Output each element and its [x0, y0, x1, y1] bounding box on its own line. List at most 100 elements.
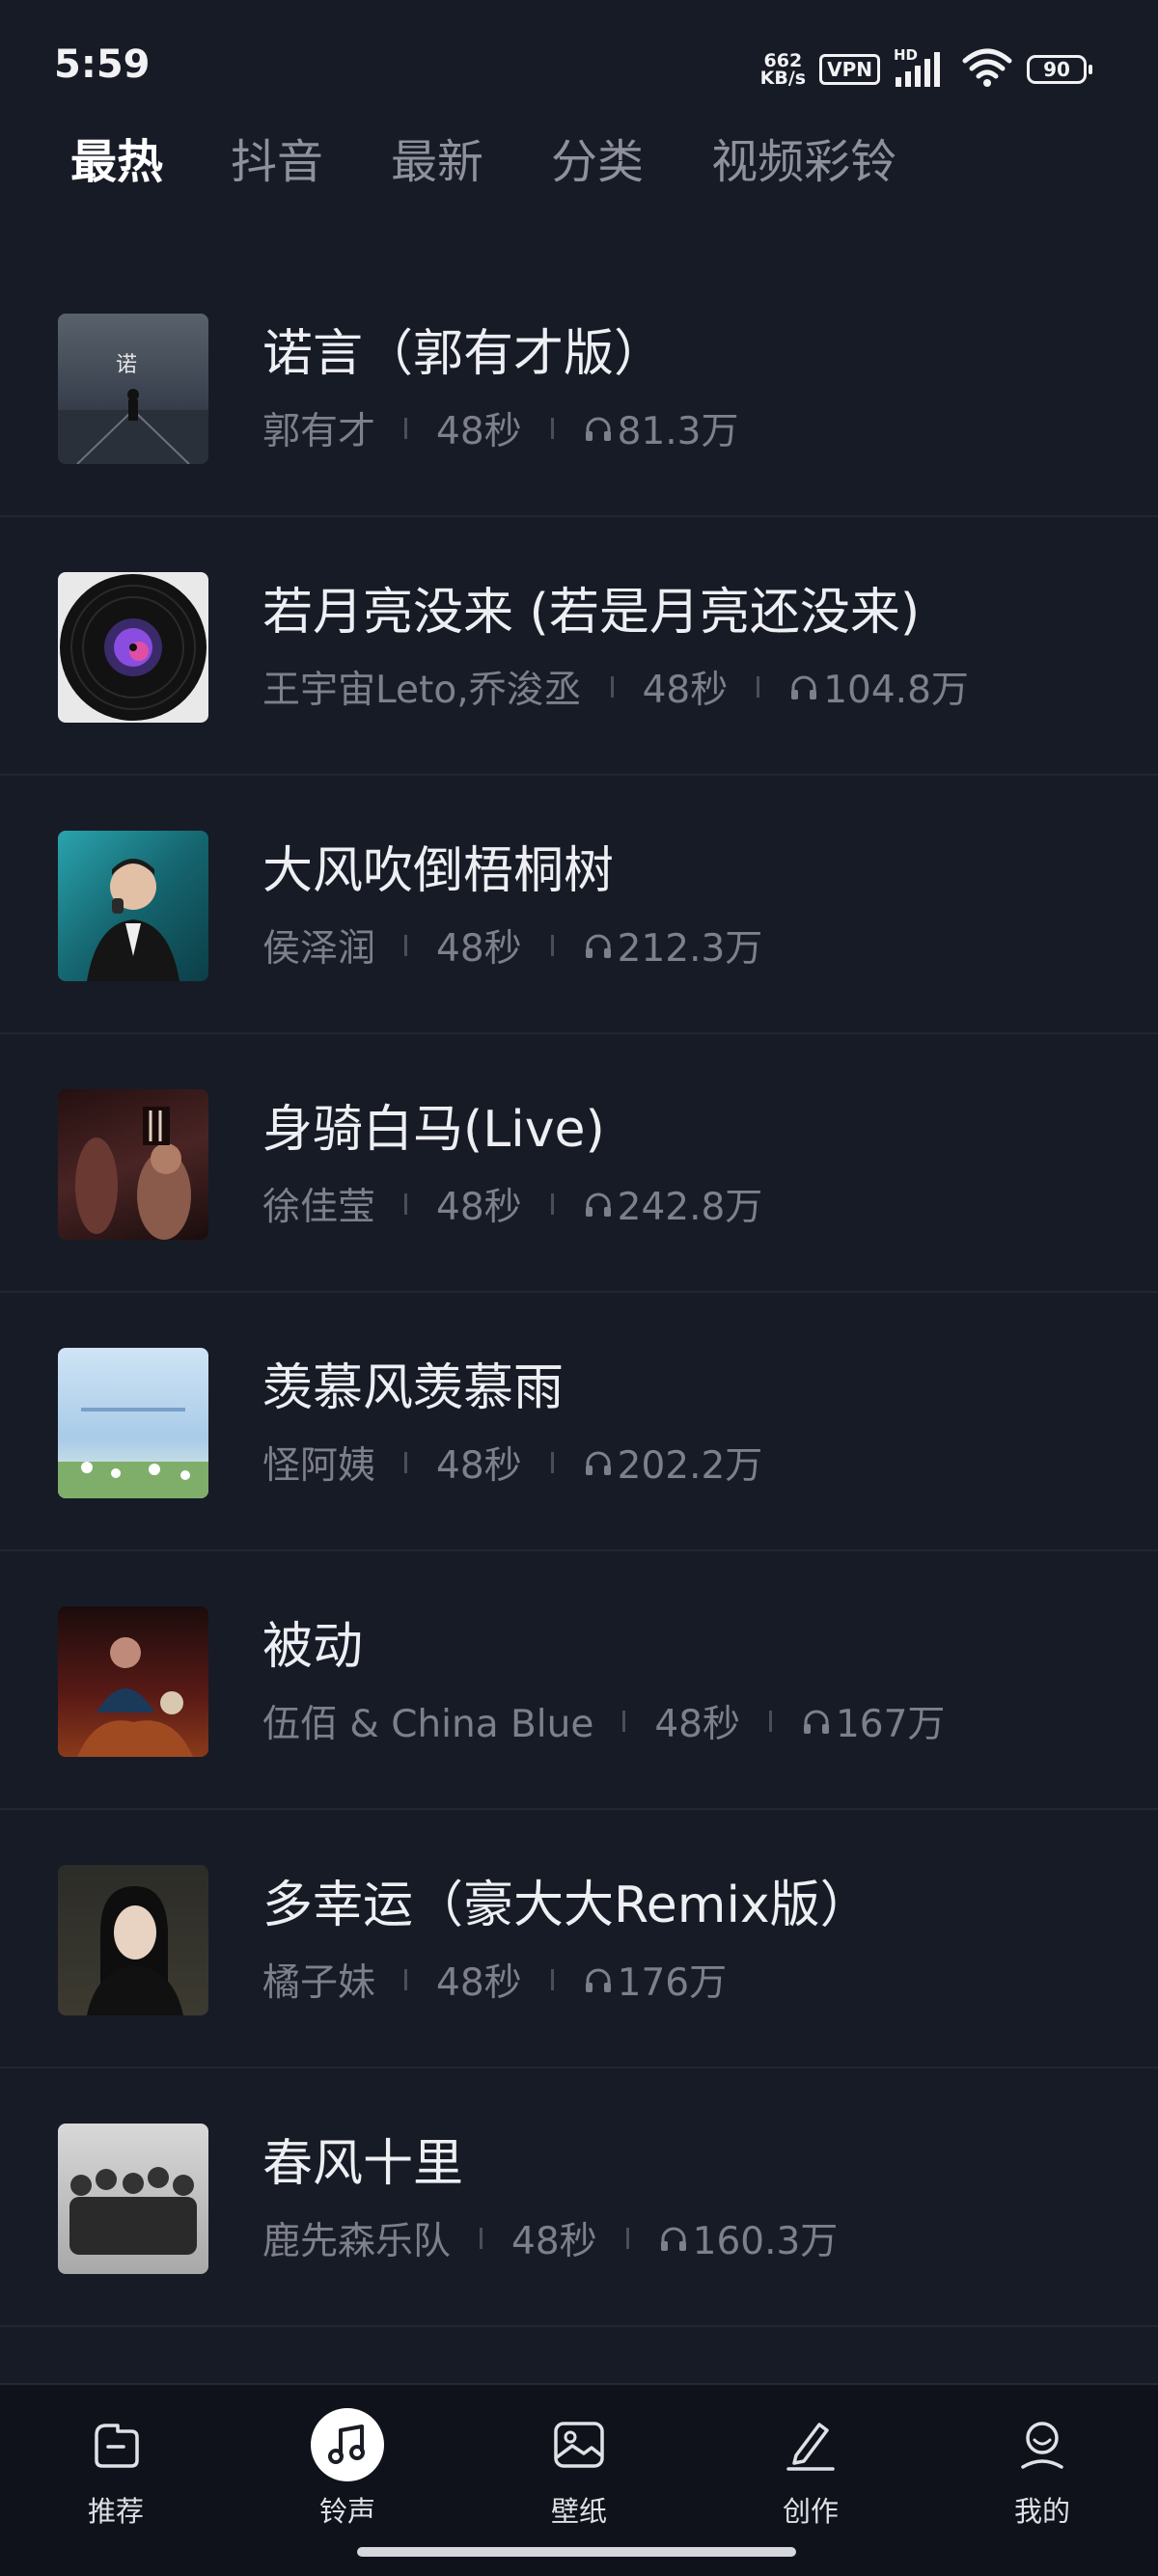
- song-artist: 侯泽润: [262, 927, 376, 971]
- tab-video-ringtone[interactable]: 视频彩铃: [711, 123, 896, 191]
- song-artist: 郭有才: [262, 410, 376, 453]
- song-meta: 怪阿姨 48秒 202.2万: [262, 1436, 762, 1490]
- song-duration: 48秒: [436, 1186, 522, 1229]
- song-title: 多幸运（豪大大Remix版）: [262, 1877, 870, 1934]
- nav-label: 我的: [1013, 2495, 1070, 2528]
- tab-newest[interactable]: 最新: [391, 123, 483, 191]
- wallpaper-icon: [542, 2408, 616, 2481]
- song-meta: 伍佰 & China Blue 48秒 167万: [262, 1694, 945, 1748]
- separator: [404, 935, 408, 956]
- nav-label: 铃声: [318, 2495, 375, 2528]
- separator: [550, 935, 554, 956]
- song-duration: 48秒: [511, 2220, 597, 2263]
- song-row[interactable]: 多幸运（豪大大Remix版） 橘子妹 48秒 176万: [0, 1810, 1158, 2069]
- headphones-icon: [585, 1968, 611, 1992]
- song-meta: 王宇宙Leto,乔浚丞 48秒 104.8万: [262, 660, 969, 714]
- song-meta: 鹿先森乐队 48秒 160.3万: [262, 2211, 838, 2265]
- album-cover: 诺: [58, 314, 208, 464]
- song-title: 诺言（郭有才版）: [262, 325, 665, 383]
- nav-ringtones[interactable]: 铃声: [232, 2385, 463, 2530]
- headphones-icon: [585, 934, 611, 958]
- nav-label: 创作: [782, 2495, 839, 2528]
- nav-label: 推荐: [87, 2495, 144, 2528]
- nav-label: 壁纸: [550, 2495, 607, 2528]
- album-cover: [58, 1606, 208, 1757]
- song-artist: 鹿先森乐队: [262, 2220, 452, 2263]
- song-row[interactable]: 大风吹倒梧桐树 侯泽润 48秒 212.3万: [0, 776, 1158, 1034]
- separator: [404, 418, 408, 439]
- separator: [610, 676, 614, 698]
- network-speed: 662 KB/s: [759, 52, 807, 89]
- headphones-icon: [660, 2227, 686, 2251]
- song-artist: 王宇宙Leto,乔浚丞: [262, 669, 582, 712]
- tab-categories[interactable]: 分类: [551, 123, 644, 191]
- song-duration: 48秒: [436, 1444, 522, 1488]
- music-note-icon: [311, 2408, 384, 2481]
- status-icons: 662 KB/s VPN HD 90: [759, 42, 1092, 96]
- pen-icon: [774, 2408, 847, 2481]
- nav-wallpaper[interactable]: 壁纸: [463, 2385, 695, 2530]
- network-speed-unit: KB/s: [759, 68, 807, 89]
- song-play-count: 202.2万: [617, 1444, 763, 1488]
- song-title: 被动: [262, 1618, 364, 1676]
- song-title: 大风吹倒梧桐树: [262, 842, 615, 900]
- album-cover: [58, 572, 208, 723]
- song-play-count: 167万: [835, 1703, 946, 1746]
- tab-hottest[interactable]: 最热: [70, 123, 163, 191]
- song-row[interactable]: 被动 伍佰 & China Blue 48秒 167万: [0, 1551, 1158, 1810]
- song-meta: 侯泽润 48秒 212.3万: [262, 918, 762, 973]
- separator: [404, 1452, 408, 1473]
- song-title: 若月亮没来 (若是月亮还没来): [262, 584, 921, 642]
- song-row[interactable]: 诺 诺言（郭有才版） 郭有才 48秒 81.3万: [0, 259, 1158, 517]
- headphones-icon: [585, 1192, 611, 1217]
- album-cover: [58, 831, 208, 981]
- home-indicator[interactable]: [357, 2547, 796, 2557]
- headphones-icon: [803, 1710, 829, 1734]
- song-title: 春风十里: [262, 2135, 464, 2193]
- song-row[interactable]: 身骑白马(Live) 徐佳莹 48秒 242.8万: [0, 1034, 1158, 1293]
- song-title: 身骑白马(Live): [262, 1101, 605, 1159]
- song-play-count: 176万: [617, 1961, 728, 2005]
- separator: [404, 1969, 408, 1990]
- category-tabs: 最热 抖音 最新 分类 视频彩铃: [70, 123, 896, 191]
- headphones-icon: [585, 1451, 611, 1475]
- album-cover: [58, 1865, 208, 2015]
- battery-indicator: 90: [1027, 55, 1092, 84]
- song-row[interactable]: 羡慕风羡慕雨 怪阿姨 48秒 202.2万: [0, 1293, 1158, 1551]
- song-duration: 48秒: [436, 1961, 522, 2005]
- song-play-count: 242.8万: [617, 1186, 763, 1229]
- separator: [550, 1969, 554, 1990]
- song-row[interactable]: 若月亮没来 (若是月亮还没来) 王宇宙Leto,乔浚丞 48秒 104.8万: [0, 517, 1158, 776]
- profile-icon: [1006, 2408, 1079, 2481]
- nav-create[interactable]: 创作: [695, 2385, 926, 2530]
- separator: [404, 1193, 408, 1215]
- song-meta: 橘子妹 48秒 176万: [262, 1953, 727, 2007]
- cellular-signal-icon: HD: [894, 46, 948, 89]
- song-play-count: 104.8万: [823, 669, 969, 712]
- nav-recommend[interactable]: 推荐: [0, 2385, 232, 2530]
- ringtone-list: 诺 诺言（郭有才版） 郭有才 48秒 81.3万 若月亮没来 (若是月亮还没来)…: [0, 259, 1158, 2327]
- separator: [625, 2228, 629, 2249]
- headphones-icon: [585, 417, 611, 441]
- screen: 5:59 662 KB/s VPN HD 90 最热 抖音 最新 分类 视频彩铃…: [0, 0, 1158, 2576]
- song-duration: 48秒: [436, 410, 522, 453]
- song-play-count: 160.3万: [692, 2220, 839, 2263]
- separator: [757, 676, 760, 698]
- separator: [550, 1193, 554, 1215]
- song-artist: 怪阿姨: [262, 1444, 376, 1488]
- separator: [550, 418, 554, 439]
- wifi-icon: [961, 47, 1013, 92]
- separator: [480, 2228, 483, 2249]
- recommend-icon: [79, 2408, 152, 2481]
- song-row[interactable]: 春风十里 鹿先森乐队 48秒 160.3万: [0, 2069, 1158, 2327]
- vpn-badge: VPN: [819, 54, 880, 85]
- song-play-count: 81.3万: [617, 410, 739, 453]
- tab-douyin[interactable]: 抖音: [231, 123, 323, 191]
- svg-text:诺: 诺: [116, 353, 137, 377]
- nav-profile[interactable]: 我的: [926, 2385, 1158, 2530]
- song-artist: 伍佰 & China Blue: [262, 1703, 594, 1746]
- headphones-icon: [791, 675, 817, 699]
- status-bar: 5:59 662 KB/s VPN HD 90: [0, 0, 1158, 125]
- song-duration: 48秒: [654, 1703, 740, 1746]
- song-artist: 橘子妹: [262, 1961, 376, 2005]
